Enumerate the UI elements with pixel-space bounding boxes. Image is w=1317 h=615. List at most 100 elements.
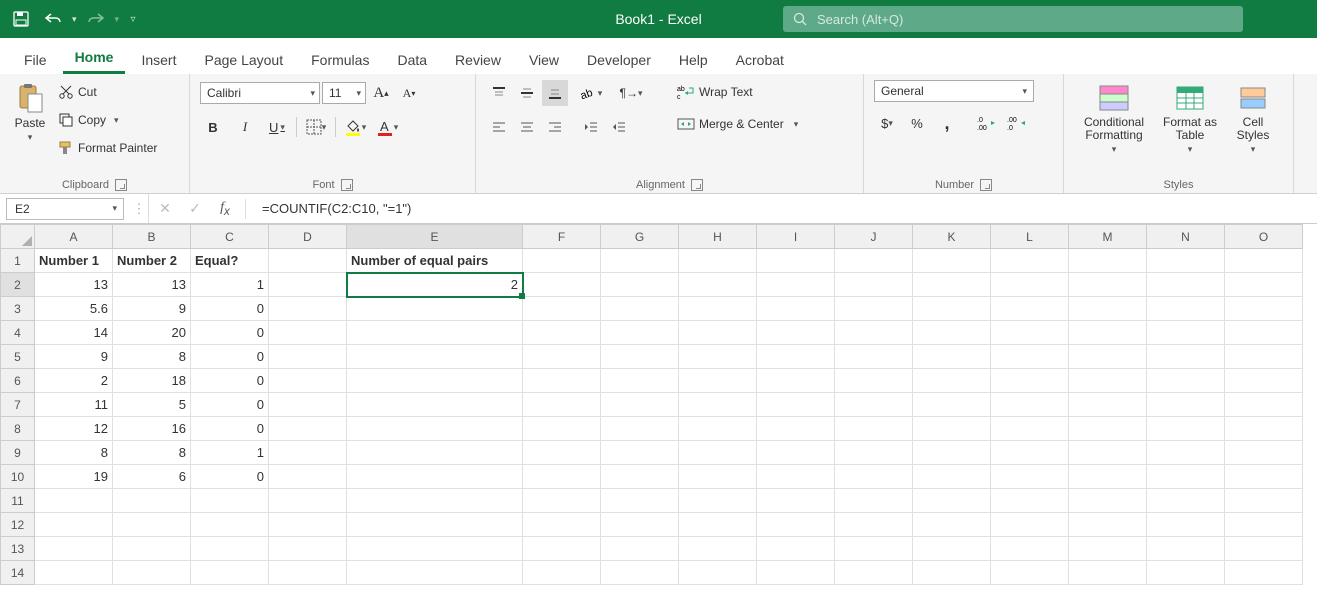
cell-A2[interactable]: 13 [35,273,113,297]
merge-center-button[interactable]: Merge & Center▾ [677,112,798,136]
row-header-9[interactable]: 9 [1,441,35,465]
formula-input[interactable]: =COUNTIF(C2:C10, "=1") [256,201,411,216]
bold-button[interactable]: B [200,114,226,140]
tab-view[interactable]: View [517,44,571,74]
tab-acrobat[interactable]: Acrobat [724,44,796,74]
cell-C2[interactable]: 1 [191,273,269,297]
paste-button[interactable]: Paste ▾ [10,80,50,145]
enter-formula-button[interactable]: ✓ [185,200,205,217]
col-header-A[interactable]: A [35,225,113,249]
row-header-6[interactable]: 6 [1,369,35,393]
row-header-14[interactable]: 14 [1,561,35,585]
row-header-12[interactable]: 12 [1,513,35,537]
cell-C6[interactable]: 0 [191,369,269,393]
redo-button[interactable] [83,6,109,32]
wrap-text-button[interactable]: abc Wrap Text [677,80,798,104]
cell-B7[interactable]: 5 [113,393,191,417]
percent-format-button[interactable]: % [904,110,930,136]
tab-developer[interactable]: Developer [575,44,663,74]
row-header-7[interactable]: 7 [1,393,35,417]
tab-home[interactable]: Home [63,41,126,74]
cell-A5[interactable]: 9 [35,345,113,369]
copy-button[interactable]: Copy▾ [58,108,157,132]
format-as-table-button[interactable]: Format as Table▾ [1158,80,1222,157]
row-header-11[interactable]: 11 [1,489,35,513]
decrease-decimal-button[interactable]: .00.0 [1004,110,1030,136]
conditional-formatting-button[interactable]: Conditional Formatting▾ [1074,80,1154,157]
cell-C4[interactable]: 0 [191,321,269,345]
cell-B10[interactable]: 6 [113,465,191,489]
cell-A4[interactable]: 14 [35,321,113,345]
clipboard-launcher[interactable] [115,179,127,191]
italic-button[interactable]: I [232,114,258,140]
cell-C8[interactable]: 0 [191,417,269,441]
row-header-13[interactable]: 13 [1,537,35,561]
cell-D1[interactable] [269,249,347,273]
cell-F1[interactable] [523,249,601,273]
accounting-format-button[interactable]: $▾ [874,110,900,136]
col-header-L[interactable]: L [991,225,1069,249]
font-name-combo[interactable]: Calibri▾ [200,82,320,104]
cell-C5[interactable]: 0 [191,345,269,369]
align-middle-button[interactable] [514,80,540,106]
cell-B6[interactable]: 18 [113,369,191,393]
align-bottom-button[interactable] [542,80,568,106]
undo-dropdown[interactable]: ▾ [72,14,77,25]
align-top-button[interactable] [486,80,512,106]
cell-B5[interactable]: 8 [113,345,191,369]
cell-B4[interactable]: 20 [113,321,191,345]
redo-dropdown[interactable]: ▾ [115,14,120,25]
cell-C3[interactable]: 0 [191,297,269,321]
align-center-button[interactable] [514,114,540,140]
font-launcher[interactable] [341,179,353,191]
fx-button[interactable]: fx [215,200,235,218]
cell-A8[interactable]: 12 [35,417,113,441]
qat-customize[interactable]: ▿ [125,6,141,32]
underline-button[interactable]: U▾ [264,114,290,140]
cell-E2[interactable]: 2 [347,273,523,297]
col-header-E[interactable]: E [347,225,523,249]
col-header-F[interactable]: F [523,225,601,249]
col-header-C[interactable]: C [191,225,269,249]
number-format-combo[interactable]: General▾ [874,80,1034,102]
tab-file[interactable]: File [12,44,59,74]
tab-page-layout[interactable]: Page Layout [192,44,295,74]
cell-A1[interactable]: Number 1 [35,249,113,273]
col-header-M[interactable]: M [1069,225,1147,249]
cell-A6[interactable]: 2 [35,369,113,393]
col-header-D[interactable]: D [269,225,347,249]
search-box[interactable]: Search (Alt+Q) [783,6,1243,32]
increase-font-button[interactable]: A▴ [368,80,394,106]
col-header-O[interactable]: O [1225,225,1303,249]
cell-B3[interactable]: 9 [113,297,191,321]
comma-format-button[interactable]: , [934,110,960,136]
ltr-button[interactable]: ¶→▾ [618,80,644,106]
cell-A9[interactable]: 8 [35,441,113,465]
row-header-4[interactable]: 4 [1,321,35,345]
tab-insert[interactable]: Insert [129,44,188,74]
undo-button[interactable] [40,6,66,32]
col-header-K[interactable]: K [913,225,991,249]
select-all-button[interactable] [1,225,34,248]
row-header-3[interactable]: 3 [1,297,35,321]
cell-A3[interactable]: 5.6 [35,297,113,321]
orientation-button[interactable]: ab▾ [578,80,604,106]
tab-help[interactable]: Help [667,44,720,74]
cell-styles-button[interactable]: Cell Styles▾ [1226,80,1280,157]
tab-review[interactable]: Review [443,44,513,74]
align-left-button[interactable] [486,114,512,140]
col-header-H[interactable]: H [679,225,757,249]
row-header-2[interactable]: 2 [1,273,35,297]
cell-B1[interactable]: Number 2 [113,249,191,273]
decrease-indent-button[interactable] [578,114,604,140]
fill-color-button[interactable]: ▾ [342,114,368,140]
row-header-1[interactable]: 1 [1,249,35,273]
cut-button[interactable]: Cut [58,80,157,104]
cell-D2[interactable] [269,273,347,297]
alignment-launcher[interactable] [691,179,703,191]
col-header-B[interactable]: B [113,225,191,249]
cancel-formula-button[interactable]: ✕ [155,200,175,217]
worksheet-grid[interactable]: A B C D E F G H I J K L M N O 1 Number 1… [0,224,1317,585]
col-header-G[interactable]: G [601,225,679,249]
col-header-J[interactable]: J [835,225,913,249]
